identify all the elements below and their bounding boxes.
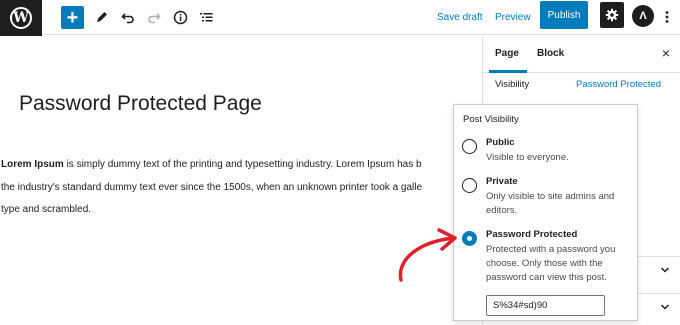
radio-public[interactable] [462, 139, 477, 154]
option-label: Public [486, 137, 515, 148]
post-content-paragraph[interactable]: Lorem Ipsum is simply dummy text of the … [1, 154, 471, 222]
preview-button[interactable]: Preview [495, 5, 531, 29]
post-visibility-popover: Post Visibility Public Visible to everyo… [453, 104, 638, 321]
tab-page[interactable]: Page [495, 48, 519, 59]
plugin-avatar-icon[interactable]: Λ [632, 5, 654, 27]
radio-private[interactable] [462, 178, 477, 193]
visibility-row: Visibility Password Protected [483, 73, 680, 99]
option-description: Visible to everyone. [486, 152, 569, 163]
editor-canvas[interactable]: Password Protected Page Lorem Ipsum is s… [0, 36, 482, 325]
sidebar-tabs: Page Block × [483, 36, 680, 73]
content-line-3: type and scrambled. [1, 204, 92, 215]
chevron-down-icon [660, 267, 670, 273]
post-title[interactable]: Password Protected Page [19, 92, 262, 116]
wordpress-logo-icon[interactable]: W [0, 0, 42, 36]
save-draft-button[interactable]: Save draft [437, 5, 483, 29]
more-vertical-icon[interactable] [660, 5, 674, 29]
settings-gear-icon[interactable] [600, 2, 624, 28]
content-line-1: is simply dummy text of the printing and… [63, 159, 422, 170]
wordpress-logo-glyph: W [10, 7, 32, 29]
list-view-icon[interactable] [194, 5, 218, 29]
redo-icon[interactable] [142, 5, 166, 29]
option-label: Private [486, 176, 518, 187]
pen-tool-icon[interactable] [90, 5, 114, 29]
radio-password-protected[interactable] [462, 231, 477, 246]
chevron-down-icon [660, 304, 670, 310]
tab-block[interactable]: Block [537, 48, 564, 59]
close-sidebar-icon[interactable]: × [659, 45, 673, 61]
option-label: Password Protected [486, 229, 578, 240]
visibility-label: Visibility [495, 79, 530, 90]
popover-title: Post Visibility [463, 114, 519, 125]
publish-button[interactable]: Publish [540, 1, 588, 29]
content-line-2: the industry's standard dummy text ever … [1, 181, 423, 193]
details-info-icon[interactable] [168, 5, 192, 29]
undo-icon[interactable] [116, 5, 140, 29]
editor-toolbar: W + Save draft Preview Publish Λ [0, 0, 680, 36]
option-description: Only visible to site admins and editors. [486, 191, 615, 216]
visibility-toggle-button[interactable]: Password Protected [576, 79, 661, 90]
option-description: Protected with a password you choose. On… [486, 244, 616, 283]
password-input[interactable] [486, 295, 605, 316]
content-lead-text: Lorem Ipsum [1, 159, 64, 170]
add-block-button[interactable]: + [61, 6, 84, 29]
